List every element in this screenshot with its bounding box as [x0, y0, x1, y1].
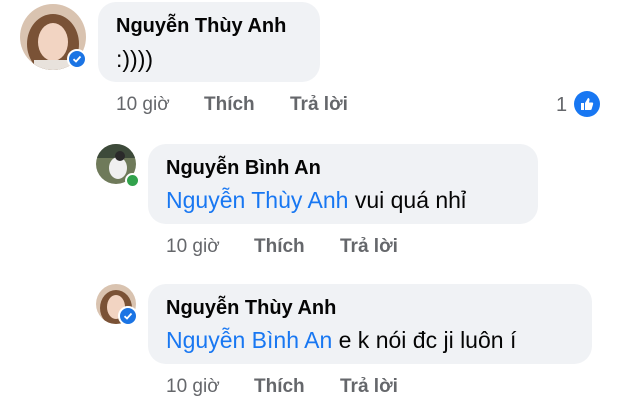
- like-button[interactable]: Thích: [254, 376, 305, 398]
- avatar[interactable]: [96, 144, 140, 188]
- reaction-count[interactable]: 1: [556, 94, 567, 117]
- comment-body: vui quá nhỉ: [348, 187, 467, 213]
- verified-badge-icon: [67, 49, 87, 69]
- comment-time[interactable]: 10 giờ: [166, 236, 220, 258]
- thumbs-up-icon[interactable]: [574, 91, 600, 117]
- mention-link[interactable]: Nguyễn Thùy Anh: [166, 187, 348, 213]
- comment-author[interactable]: Nguyễn Thùy Anh: [166, 297, 336, 320]
- online-status-icon: [125, 173, 140, 188]
- like-button[interactable]: Thích: [254, 236, 305, 258]
- verified-badge-icon: [118, 306, 138, 326]
- comment-bubble: Nguyễn Bình An Nguyễn Thùy Anh vui quá n…: [148, 144, 538, 224]
- comment-time[interactable]: 10 giờ: [116, 94, 170, 116]
- comment-text: Nguyễn Thùy Anh vui quá nhỉ: [166, 187, 466, 214]
- comment-body: e k nói đc ji luôn í: [332, 327, 517, 353]
- comment-bubble: Nguyễn Thùy Anh Nguyễn Bình An e k nói đ…: [148, 284, 592, 364]
- like-button[interactable]: Thích: [204, 94, 255, 116]
- comment-time[interactable]: 10 giờ: [166, 376, 220, 398]
- comment-text: :)))): [116, 46, 154, 72]
- comment-bubble: Nguyễn Thùy Anh :)))): [98, 2, 320, 82]
- mention-link[interactable]: Nguyễn Bình An: [166, 327, 332, 353]
- comment-author[interactable]: Nguyễn Bình An: [166, 157, 321, 180]
- reply-button[interactable]: Trả lời: [340, 376, 398, 398]
- comment-author[interactable]: Nguyễn Thùy Anh: [116, 15, 286, 38]
- reply-button[interactable]: Trả lời: [340, 236, 398, 258]
- comment-text: Nguyễn Bình An e k nói đc ji luôn í: [166, 327, 516, 354]
- avatar[interactable]: [96, 284, 138, 326]
- avatar[interactable]: [20, 4, 87, 70]
- reply-button[interactable]: Trả lời: [290, 94, 348, 116]
